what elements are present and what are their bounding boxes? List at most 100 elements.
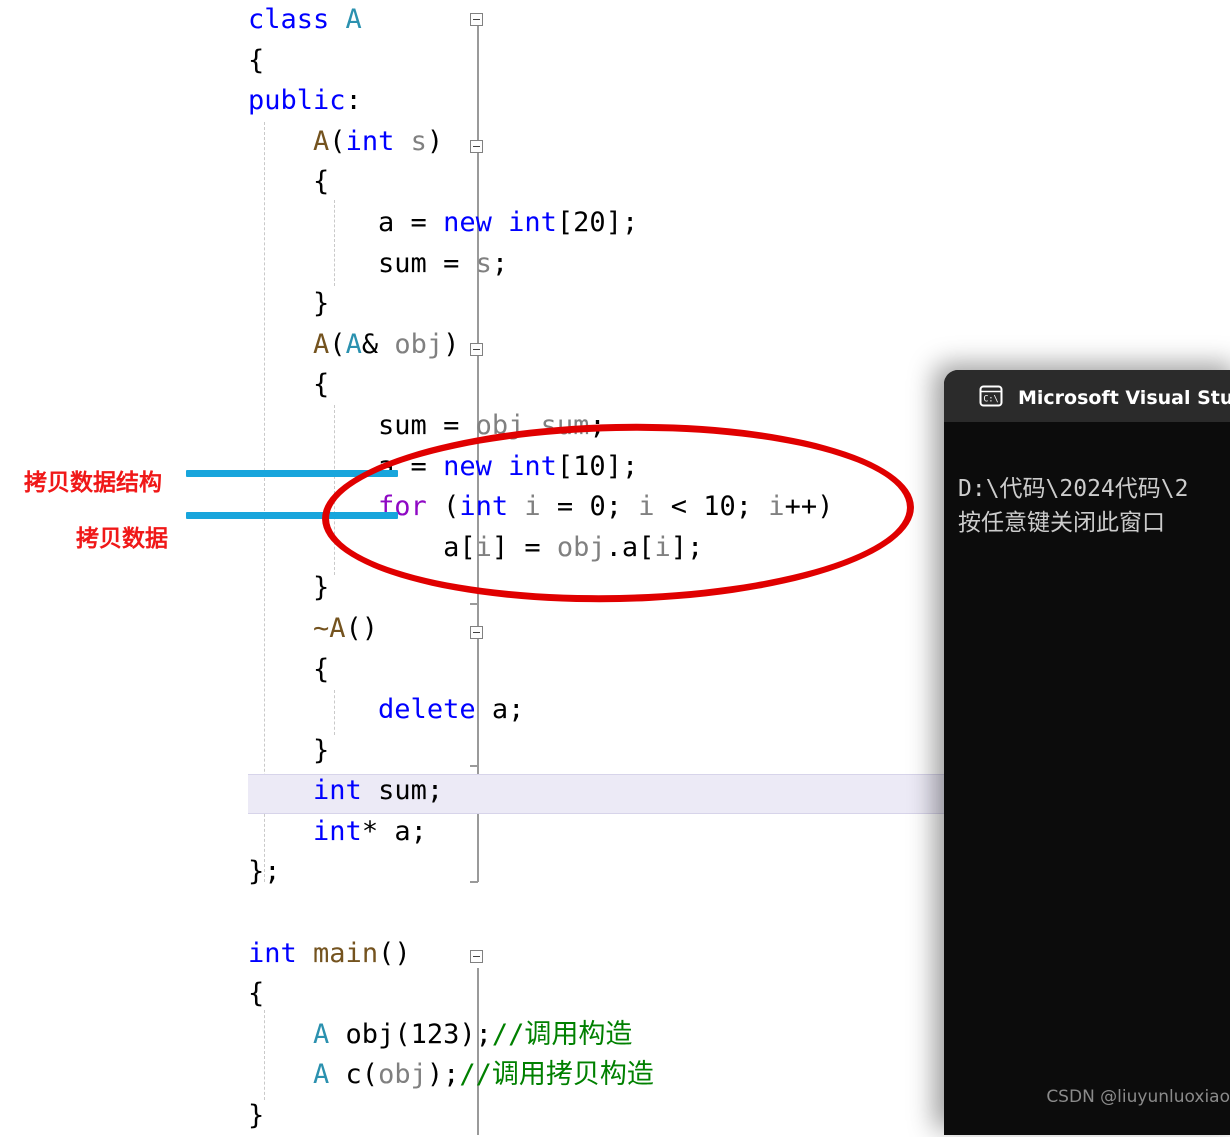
code-line[interactable]: A(int s) <box>248 122 1230 163</box>
code-token: A <box>345 4 362 35</box>
code-token: () <box>345 612 379 644</box>
code-token: } <box>248 1100 265 1132</box>
code-token: obj <box>378 1059 427 1091</box>
code-token: : <box>345 85 362 117</box>
command-prompt-icon: C:\ <box>978 383 1004 409</box>
code-token: = <box>540 491 590 523</box>
code-line[interactable]: class A <box>248 0 1230 41</box>
code-token: obj( <box>329 1018 411 1050</box>
code-token: } <box>313 734 330 766</box>
console-titlebar[interactable]: C:\ Microsoft Visual Studio 调试控制台 <box>944 370 1230 422</box>
code-token: { <box>248 44 265 76</box>
code-token: i <box>638 491 655 523</box>
code-token: a = <box>378 206 444 238</box>
code-token: { <box>313 653 330 685</box>
code-line[interactable]: A(A& obj) <box>248 325 1230 366</box>
code-token: ); <box>459 1018 492 1050</box>
code-token: ); <box>426 1059 460 1091</box>
code-token: ; <box>605 491 639 523</box>
annotation-leader-line-2 <box>186 512 398 519</box>
code-token: ( <box>329 125 346 157</box>
code-token: ]; <box>605 450 639 482</box>
code-token: i <box>768 491 785 523</box>
code-token: c( <box>329 1059 379 1091</box>
code-token: [ <box>556 206 574 238</box>
code-token: ( <box>329 328 346 360</box>
code-token: //调用构造 <box>491 1018 633 1050</box>
code-token: int <box>459 491 509 523</box>
code-token: sum; <box>361 775 444 807</box>
code-token: int <box>345 125 395 157</box>
annotation-leader-line-1 <box>186 470 398 477</box>
code-token: obj <box>475 409 525 441</box>
fold-outline-margin[interactable] <box>232 0 483 1135</box>
code-token: public <box>248 85 346 117</box>
annotation-label-copy-structure: 拷贝数据结构 <box>24 470 162 496</box>
code-token: sum <box>540 409 590 441</box>
console-output-area[interactable]: D:\代码\2024代码\2 按任意键关闭此窗口 <box>944 422 1230 1135</box>
code-token: a; <box>475 694 525 726</box>
code-line[interactable]: a = new int[20]; <box>248 203 1230 244</box>
code-token: ]; <box>670 531 704 563</box>
code-token: i <box>524 491 541 523</box>
code-token: s <box>410 125 427 157</box>
code-token: int <box>313 775 362 807</box>
code-token: ; <box>589 409 606 441</box>
code-token: & <box>361 328 395 360</box>
code-token: < <box>654 491 704 523</box>
code-token: ) <box>426 125 444 157</box>
code-token: ]; <box>605 206 639 238</box>
svg-text:C:\: C:\ <box>983 395 998 405</box>
code-token: int <box>248 937 297 969</box>
code-line[interactable]: { <box>248 162 1230 203</box>
code-line[interactable]: { <box>248 41 1230 82</box>
code-token: ( <box>426 491 460 523</box>
code-token: s <box>475 247 492 279</box>
console-window[interactable]: C:\ Microsoft Visual Studio 调试控制台 D:\代码\… <box>944 370 1230 1135</box>
code-token: () <box>378 937 411 969</box>
code-line[interactable]: sum = s; <box>248 244 1230 285</box>
code-token: ] = <box>491 531 557 563</box>
code-token: obj <box>556 531 606 563</box>
code-token: a[ <box>443 531 476 563</box>
code-token: class <box>248 4 330 35</box>
code-token: delete <box>378 694 476 726</box>
code-token: sum = <box>378 409 476 441</box>
code-token: . <box>524 409 541 441</box>
code-token: * a; <box>361 815 427 847</box>
code-line[interactable]: } <box>248 284 1230 325</box>
code-token: sum = <box>378 247 476 279</box>
code-token: ) <box>443 328 460 360</box>
code-token: A <box>313 328 330 360</box>
code-token: ; <box>491 247 509 279</box>
code-token: obj <box>394 328 444 360</box>
code-token: ; <box>735 491 769 523</box>
code-token: A <box>313 125 330 157</box>
code-token: A <box>345 328 362 360</box>
watermark-text: CSDN @liuyunluoxiao <box>1046 1087 1230 1107</box>
code-token: A <box>313 1059 330 1091</box>
code-line[interactable]: public: <box>248 81 1230 122</box>
code-token: //调用拷贝构造 <box>459 1059 654 1091</box>
code-token: [ <box>556 450 574 482</box>
code-token: main <box>313 937 379 969</box>
code-token: 123 <box>410 1018 460 1050</box>
